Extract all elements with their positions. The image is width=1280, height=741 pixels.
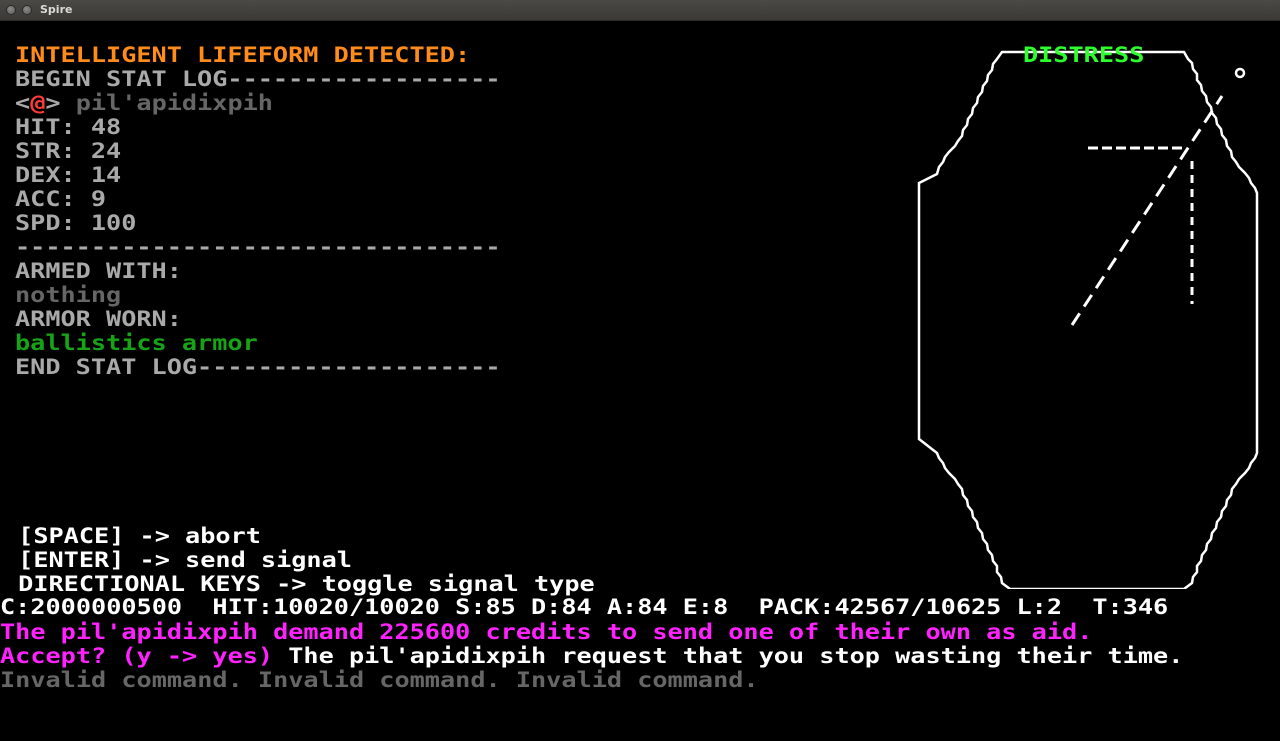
radar-marker <box>1234 67 1246 79</box>
window-titlebar: Spire <box>0 0 1280 21</box>
stat-spd: SPD: 100 <box>15 211 137 235</box>
creature-glyph: @ <box>30 91 46 115</box>
glyph-bracket-open: < <box>15 91 31 115</box>
radar-direction-line <box>1070 95 1224 326</box>
control-toggle-signal: DIRECTIONAL KEYS -> toggle signal type <box>3 572 595 596</box>
window-title: Spire <box>40 3 73 16</box>
radar-outline <box>917 50 1259 589</box>
stat-log-end: END STAT LOG-------------------- <box>15 355 501 379</box>
species-name: pil'apidixpih <box>60 91 273 115</box>
message-invalid-commands: Invalid command. Invalid command. Invali… <box>0 668 759 692</box>
stat-dex: DEX: 14 <box>15 163 122 187</box>
stat-str: STR: 24 <box>15 139 122 163</box>
control-send-signal: [ENTER] -> send signal <box>3 548 352 572</box>
message-demand: The pil'apidixpih demand 225600 credits … <box>0 620 1093 644</box>
stat-log-header: INTELLIGENT LIFEFORM DETECTED: <box>15 43 471 67</box>
armor-worn-label: ARMOR WORN: <box>15 307 182 331</box>
message-prompt-line: Accept? (y -> yes) The pil'apidixpih req… <box>0 644 1183 668</box>
radar-signal-lines <box>1070 95 1224 326</box>
stat-log-begin: BEGIN STAT LOG------------------ <box>15 67 501 91</box>
armed-with-value: nothing <box>15 283 122 307</box>
stat-acc: ACC: 9 <box>15 187 107 211</box>
stat-log-divider: -------------------------------- <box>15 235 501 259</box>
minimize-window-button[interactable] <box>22 5 32 15</box>
status-bar: C:2000000500 HIT:10020/10020 S:85 D:84 A… <box>0 595 1169 619</box>
distress-radar <box>917 50 1259 589</box>
stat-hit: HIT: 48 <box>15 115 122 139</box>
game-terminal: INTELLIGENT LIFEFORM DETECTED: BEGIN STA… <box>0 21 1280 741</box>
accept-prompt: Accept? (y -> yes) <box>0 644 274 668</box>
armor-worn-value: ballistics armor <box>15 331 258 355</box>
control-abort: [SPACE] -> abort <box>3 524 261 548</box>
distress-label: DISTRESS <box>1023 43 1145 67</box>
close-window-button[interactable] <box>6 5 16 15</box>
armed-with-label: ARMED WITH: <box>15 259 182 283</box>
message-request: The pil'apidixpih request that you stop … <box>273 644 1184 668</box>
glyph-bracket-close: > <box>45 91 61 115</box>
species-line: <@> pil'apidixpih <box>15 91 273 115</box>
